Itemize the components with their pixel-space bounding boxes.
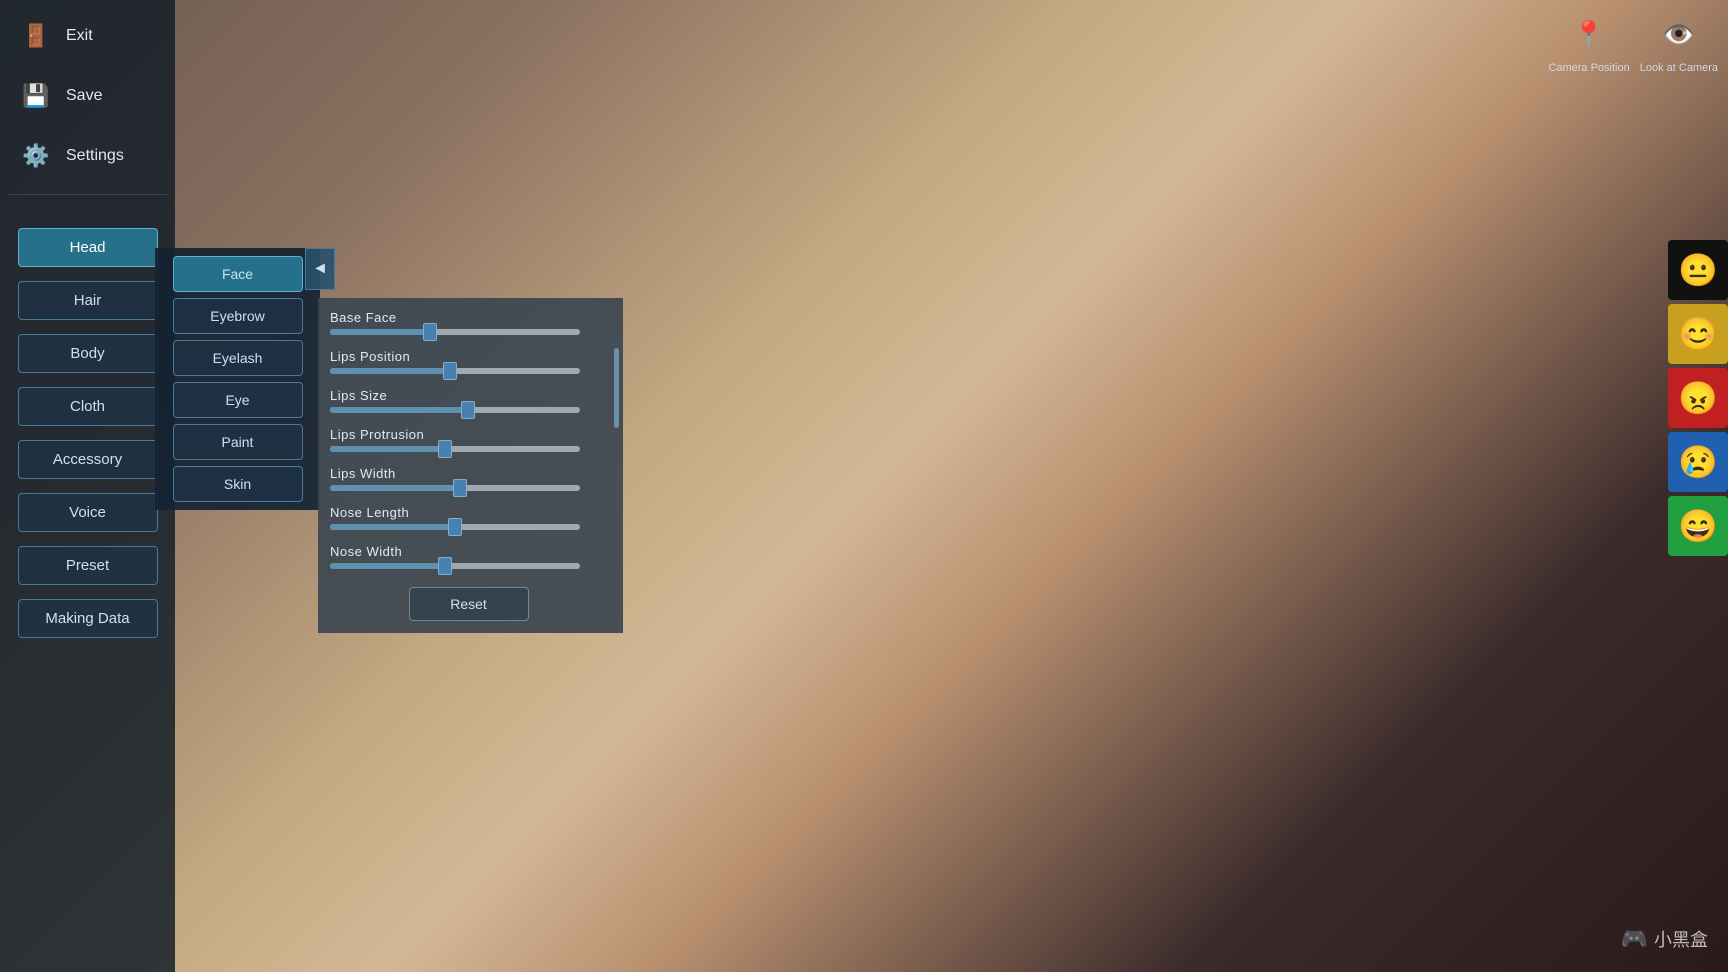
category-making-data[interactable]: Making Data <box>18 599 158 638</box>
slider-lips-position-track[interactable] <box>330 368 580 374</box>
emoji-angry-icon: 😠 <box>1678 379 1718 417</box>
category-head[interactable]: Head <box>18 228 158 267</box>
watermark-text: 小黑盒 <box>1654 926 1708 952</box>
category-accessory[interactable]: Accessory <box>18 440 158 479</box>
category-voice[interactable]: Voice <box>18 493 158 532</box>
emoji-neutral-button[interactable]: 😐 <box>1668 240 1728 300</box>
slider-nose-width: Nose Width <box>330 544 607 569</box>
sub-skin[interactable]: Skin <box>173 466 303 502</box>
look-at-camera-control[interactable]: 👁️ Look at Camera <box>1640 10 1718 74</box>
look-at-camera-label: Look at Camera <box>1640 62 1718 74</box>
emoji-angry-button[interactable]: 😠 <box>1668 368 1728 428</box>
save-icon: 💾 <box>18 78 54 114</box>
emoji-sad-icon: 😢 <box>1678 443 1718 481</box>
slider-lips-protrusion: Lips Protrusion <box>330 427 607 452</box>
sub-paint[interactable]: Paint <box>173 424 303 460</box>
emoji-panel: 😐 😊 😠 😢 😄 <box>1668 240 1728 556</box>
sliders-panel: Base Face Lips Position Lips Size Lips P… <box>318 298 623 633</box>
divider <box>8 194 167 195</box>
camera-position-label: Camera Position <box>1548 62 1629 74</box>
slider-lips-protrusion-label: Lips Protrusion <box>330 427 607 442</box>
sub-panel: Face Eyebrow Eyelash Eye Paint Skin <box>155 248 320 510</box>
emoji-happy-button[interactable]: 😊 <box>1668 304 1728 364</box>
exit-label: Exit <box>66 27 93 45</box>
sub-eyebrow[interactable]: Eyebrow <box>173 298 303 334</box>
slider-lips-size: Lips Size <box>330 388 607 413</box>
slider-lips-width-track[interactable] <box>330 485 580 491</box>
sub-face[interactable]: Face <box>173 256 303 292</box>
emoji-sad-button[interactable]: 😢 <box>1668 432 1728 492</box>
slider-lips-width: Lips Width <box>330 466 607 491</box>
sub-eyelash[interactable]: Eyelash <box>173 340 303 376</box>
camera-position-control[interactable]: 📍 Camera Position <box>1548 10 1629 74</box>
category-body[interactable]: Body <box>18 334 158 373</box>
slider-nose-width-label: Nose Width <box>330 544 607 559</box>
slider-nose-length-label: Nose Length <box>330 505 607 520</box>
category-preset[interactable]: Preset <box>18 546 158 585</box>
look-at-camera-icon: 👁️ <box>1655 10 1703 58</box>
camera-position-icon: 📍 <box>1565 10 1613 58</box>
category-hair[interactable]: Hair <box>18 281 158 320</box>
emoji-smile-button[interactable]: 😄 <box>1668 496 1728 556</box>
emoji-neutral-icon: 😐 <box>1678 251 1718 289</box>
slider-base-face: Base Face <box>330 310 607 335</box>
scrollbar[interactable] <box>614 348 619 428</box>
slider-nose-width-track[interactable] <box>330 563 580 569</box>
slider-nose-length-track[interactable] <box>330 524 580 530</box>
exit-icon: 🚪 <box>18 18 54 54</box>
save-button[interactable]: 💾 Save <box>8 70 167 122</box>
emoji-happy-icon: 😊 <box>1678 315 1718 353</box>
spacer <box>8 207 167 217</box>
watermark-logo: 🎮 <box>1621 926 1648 952</box>
slider-lips-size-track[interactable] <box>330 407 580 413</box>
settings-button[interactable]: ⚙️ Settings <box>8 130 167 182</box>
slider-lips-position: Lips Position <box>330 349 607 374</box>
slider-base-face-track[interactable] <box>330 329 580 335</box>
settings-icon: ⚙️ <box>18 138 54 174</box>
save-label: Save <box>66 87 102 105</box>
camera-controls: 📍 Camera Position 👁️ Look at Camera <box>1548 10 1718 74</box>
slider-base-face-label: Base Face <box>330 310 607 325</box>
slider-lips-protrusion-track[interactable] <box>330 446 580 452</box>
reset-button[interactable]: Reset <box>409 587 529 621</box>
settings-label: Settings <box>66 147 124 165</box>
sub-eye[interactable]: Eye <box>173 382 303 418</box>
exit-button[interactable]: 🚪 Exit <box>8 10 167 62</box>
slider-nose-length: Nose Length <box>330 505 607 530</box>
category-cloth[interactable]: Cloth <box>18 387 158 426</box>
watermark: 🎮 小黑盒 <box>1621 926 1708 952</box>
slider-lips-width-label: Lips Width <box>330 466 607 481</box>
collapse-arrow-button[interactable]: ◄ <box>305 248 335 290</box>
emoji-smile-icon: 😄 <box>1678 507 1718 545</box>
left-panel: 🚪 Exit 💾 Save ⚙️ Settings Head Hair Body… <box>0 0 175 972</box>
slider-lips-position-label: Lips Position <box>330 349 607 364</box>
